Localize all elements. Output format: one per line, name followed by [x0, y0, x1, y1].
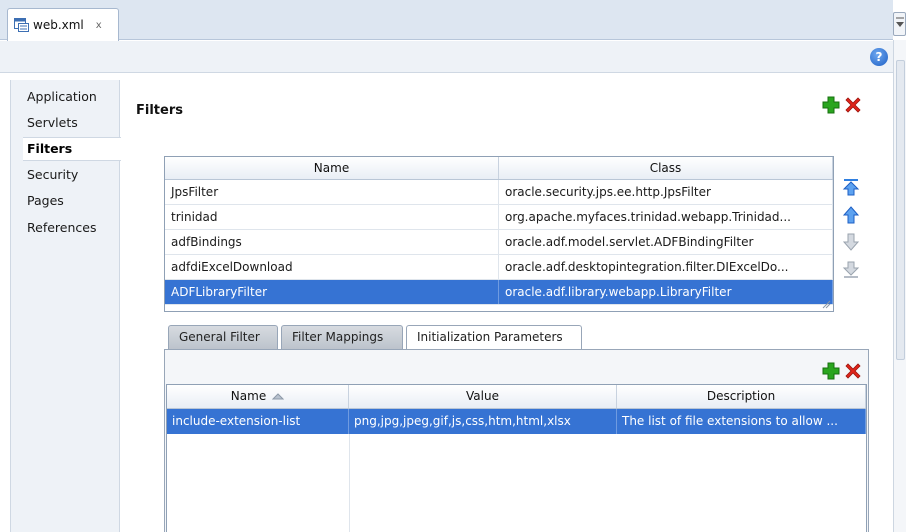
param-value-cell: png,jpg,jpeg,gif,js,css,htm,html,xlsx: [349, 409, 617, 434]
nav-item-security[interactable]: Security: [27, 167, 78, 182]
table-row[interactable]: trinidad org.apache.myfaces.trinidad.web…: [165, 205, 833, 230]
editor-toolbar: [0, 41, 893, 73]
nav-item-filters[interactable]: Filters: [23, 137, 121, 161]
tab-filter-mappings[interactable]: Filter Mappings: [281, 325, 403, 349]
column-header-value[interactable]: Value: [349, 385, 617, 408]
column-header-description[interactable]: Description: [617, 385, 866, 408]
column-header-name[interactable]: Name: [167, 385, 349, 408]
delete-parameter-button[interactable]: [844, 362, 862, 380]
editor-tab-strip: web.xml x: [0, 0, 893, 41]
tab-initialization-parameters[interactable]: Initialization Parameters: [406, 325, 582, 351]
add-filter-button[interactable]: [822, 96, 840, 114]
arrow-up-icon: [842, 206, 860, 224]
close-icon[interactable]: x: [96, 20, 102, 31]
nav-item-references[interactable]: References: [27, 220, 96, 235]
filter-name-cell: adfBindings: [165, 230, 499, 254]
xml-file-icon: [14, 18, 29, 32]
editor-tab-web-xml[interactable]: web.xml x: [7, 8, 119, 41]
move-down-button[interactable]: [842, 233, 860, 251]
resize-grip-icon[interactable]: [821, 299, 831, 309]
delete-x-icon: [845, 363, 861, 379]
add-parameter-button[interactable]: [822, 362, 840, 380]
delete-x-icon: [845, 97, 861, 113]
filter-name-cell: adfdiExcelDownload: [165, 255, 499, 279]
filter-class-cell: oracle.adf.desktopintegration.filter.DIE…: [499, 255, 833, 279]
plus-icon: [822, 362, 840, 380]
section-title: Filters: [136, 103, 183, 118]
table-row-selected[interactable]: include-extension-list png,jpg,jpeg,gif,…: [167, 409, 866, 434]
column-divider: [349, 434, 350, 532]
param-description-cell: The list of file extensions to allow ...: [617, 409, 866, 434]
nav-item-servlets[interactable]: Servlets: [27, 115, 78, 130]
init-params-table: Name Value Description include-extension…: [166, 384, 867, 532]
table-row[interactable]: JpsFilter oracle.security.jps.ee.http.Jp…: [165, 180, 833, 205]
param-name-cell: include-extension-list: [167, 409, 349, 434]
init-params-table-header: Name Value Description: [167, 385, 866, 409]
table-row-selected[interactable]: ADFLibraryFilter oracle.adf.library.weba…: [165, 280, 833, 305]
nav-item-application[interactable]: Application: [27, 89, 97, 104]
filter-name-cell: ADFLibraryFilter: [165, 280, 499, 304]
filters-table-header: Name Class: [165, 157, 833, 180]
scrollbar-thumb[interactable]: [896, 60, 905, 360]
move-to-top-button[interactable]: [842, 178, 860, 196]
overview-navigation: Application Servlets Filters Security Pa…: [10, 80, 121, 532]
filters-table: Name Class JpsFilter oracle.security.jps…: [164, 156, 834, 312]
column-header-name[interactable]: Name: [165, 157, 499, 179]
filter-name-cell: JpsFilter: [165, 180, 499, 204]
nav-item-pages[interactable]: Pages: [27, 193, 64, 208]
filter-class-cell: oracle.security.jps.ee.http.JpsFilter: [499, 180, 833, 204]
filter-class-cell: oracle.adf.library.webapp.LibraryFilter: [499, 280, 833, 304]
arrow-down-icon: [842, 233, 860, 251]
delete-filter-button[interactable]: [844, 96, 862, 114]
help-icon[interactable]: ?: [870, 48, 888, 66]
plus-icon: [822, 96, 840, 114]
filter-class-cell: oracle.adf.model.servlet.ADFBindingFilte…: [499, 230, 833, 254]
editor-tab-label: web.xml: [33, 18, 84, 32]
chevron-down-icon: [896, 17, 904, 27]
move-up-button[interactable]: [842, 206, 860, 224]
move-bottom-icon: [842, 261, 860, 278]
sort-ascending-icon: [271, 385, 285, 408]
column-header-class[interactable]: Class: [499, 157, 833, 179]
table-row[interactable]: adfBindings oracle.adf.model.servlet.ADF…: [165, 230, 833, 255]
move-top-icon: [842, 179, 860, 196]
filter-name-cell: trinidad: [165, 205, 499, 229]
filter-class-cell: org.apache.myfaces.trinidad.webapp.Trini…: [499, 205, 833, 229]
tab-general-filter[interactable]: General Filter: [168, 325, 278, 349]
move-to-bottom-button[interactable]: [842, 261, 860, 279]
editor-list-dropdown[interactable]: [893, 12, 906, 36]
table-row[interactable]: adfdiExcelDownload oracle.adf.desktopint…: [165, 255, 833, 280]
column-header-label: Name: [230, 389, 267, 403]
